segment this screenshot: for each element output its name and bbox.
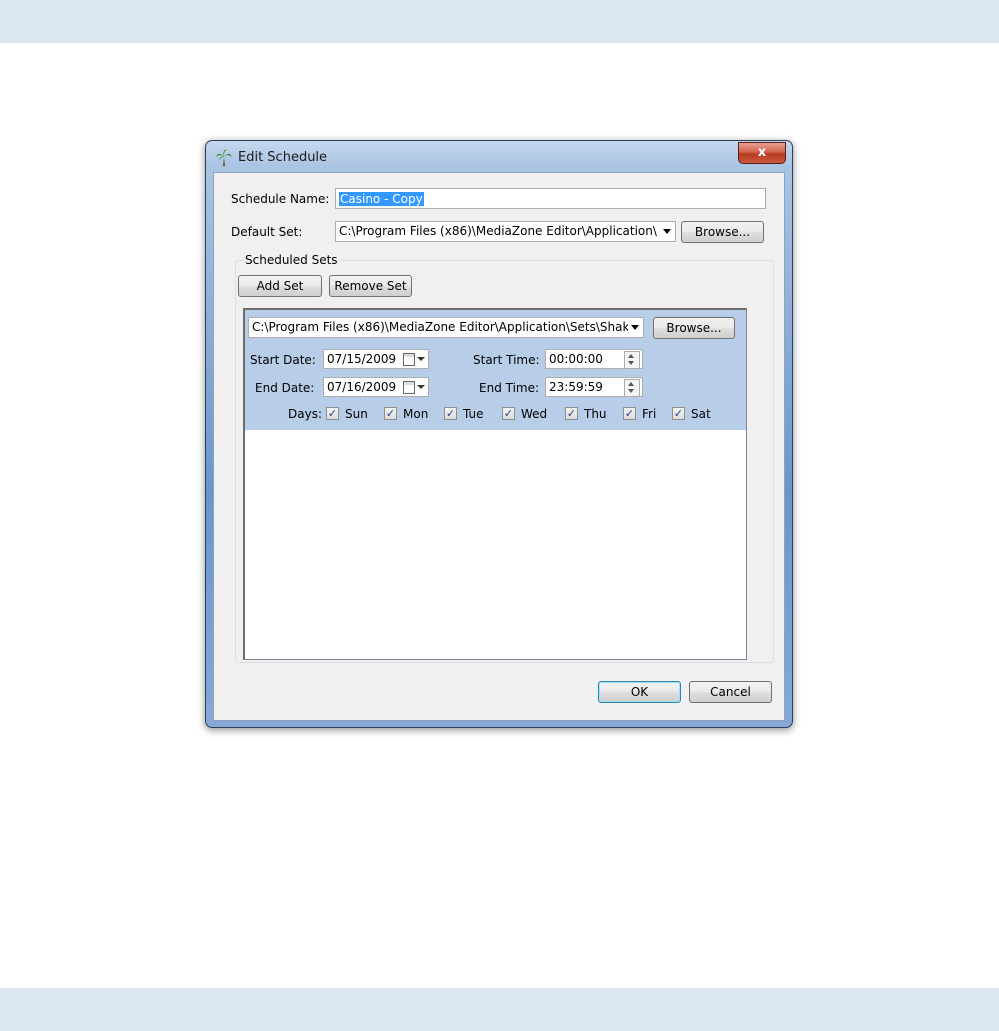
calendar-icon[interactable] xyxy=(403,353,415,366)
days-label: Days: xyxy=(288,407,322,421)
start-time-input[interactable]: 00:00:00 xyxy=(545,349,643,369)
scheduled-set-path-combo[interactable]: C:\Program Files (x86)\MediaZone Editor\… xyxy=(248,317,644,338)
day-checkbox-tue[interactable]: ✓ xyxy=(444,407,457,420)
spin-up-icon[interactable] xyxy=(628,382,634,386)
start-date-picker[interactable]: 07/15/2009 xyxy=(323,349,429,369)
end-time-input[interactable]: 23:59:59 xyxy=(545,377,643,397)
day-label-sat: Sat xyxy=(691,407,711,421)
day-label-thu: Thu xyxy=(584,407,607,421)
default-set-value: C:\Program Files (x86)\MediaZone Editor\… xyxy=(339,224,657,238)
bottom-band xyxy=(0,988,999,1031)
dialog-client-area: Schedule Name: Casino - Copy Default Set… xyxy=(213,172,785,721)
spin-down-icon[interactable] xyxy=(628,389,634,393)
chevron-down-icon xyxy=(663,229,671,234)
end-date-picker[interactable]: 07/16/2009 xyxy=(323,377,429,397)
default-set-combo[interactable]: C:\Program Files (x86)\MediaZone Editor\… xyxy=(335,221,676,242)
end-time-value: 23:59:59 xyxy=(549,380,603,394)
chevron-down-icon xyxy=(631,325,639,330)
day-checkbox-fri[interactable]: ✓ xyxy=(623,407,636,420)
scheduled-set-item[interactable]: C:\Program Files (x86)\MediaZone Editor\… xyxy=(245,310,746,430)
add-set-button[interactable]: Add Set xyxy=(238,275,322,297)
start-date-label: Start Date: xyxy=(250,353,316,367)
spin-down-icon[interactable] xyxy=(628,361,634,365)
chevron-down-icon[interactable] xyxy=(417,357,425,361)
scheduled-sets-label: Scheduled Sets xyxy=(243,253,340,267)
day-label-wed: Wed xyxy=(521,407,548,421)
start-time-value: 00:00:00 xyxy=(549,352,603,366)
dialog-title: Edit Schedule xyxy=(238,150,328,165)
day-label-sun: Sun xyxy=(345,407,368,421)
cancel-button[interactable]: Cancel xyxy=(689,681,772,703)
day-label-mon: Mon xyxy=(403,407,429,421)
palm-tree-icon xyxy=(216,149,232,166)
scheduled-sets-list[interactable]: C:\Program Files (x86)\MediaZone Editor\… xyxy=(243,308,747,660)
default-set-browse-button[interactable]: Browse... xyxy=(681,221,764,243)
ok-button[interactable]: OK xyxy=(598,681,681,703)
schedule-name-label: Schedule Name: xyxy=(231,192,330,206)
close-button[interactable]: x xyxy=(738,142,786,164)
chevron-down-icon[interactable] xyxy=(417,385,425,389)
end-time-spinner[interactable] xyxy=(624,379,640,397)
top-band xyxy=(0,0,999,43)
edit-schedule-dialog: Edit Schedule x Schedule Name: Casino - … xyxy=(205,140,793,728)
start-time-label: Start Time: xyxy=(473,353,540,367)
schedule-name-value: Casino - Copy xyxy=(339,192,424,206)
start-time-spinner[interactable] xyxy=(624,351,640,369)
day-checkbox-sat[interactable]: ✓ xyxy=(672,407,685,420)
day-label-fri: Fri xyxy=(642,407,657,421)
default-set-label: Default Set: xyxy=(231,225,303,239)
end-date-label: End Date: xyxy=(255,381,315,395)
schedule-name-input[interactable]: Casino - Copy xyxy=(335,188,766,209)
end-date-value: 07/16/2009 xyxy=(327,380,397,394)
remove-set-button[interactable]: Remove Set xyxy=(329,275,412,297)
day-label-tue: Tue xyxy=(463,407,484,421)
spin-up-icon[interactable] xyxy=(628,354,634,358)
day-checkbox-thu[interactable]: ✓ xyxy=(565,407,578,420)
day-checkbox-sun[interactable]: ✓ xyxy=(326,407,339,420)
scheduled-set-browse-button[interactable]: Browse... xyxy=(653,317,735,339)
title-bar[interactable]: Edit Schedule x xyxy=(206,141,792,172)
start-date-value: 07/15/2009 xyxy=(327,352,397,366)
scheduled-set-path: C:\Program Files (x86)\MediaZone Editor\… xyxy=(252,320,628,334)
close-icon: x xyxy=(757,145,767,160)
day-checkbox-mon[interactable]: ✓ xyxy=(384,407,397,420)
day-checkbox-wed[interactable]: ✓ xyxy=(502,407,515,420)
calendar-icon[interactable] xyxy=(403,381,415,394)
end-time-label: End Time: xyxy=(479,381,540,395)
